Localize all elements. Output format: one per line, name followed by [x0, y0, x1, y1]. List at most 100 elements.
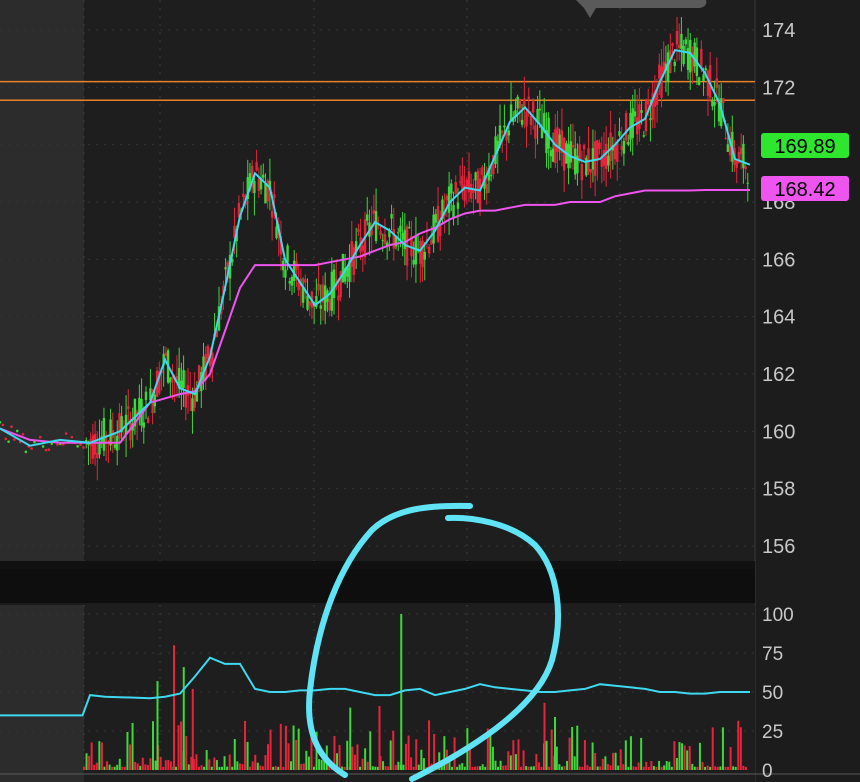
volume-bar [476, 766, 479, 770]
volume-bar [412, 766, 415, 770]
volume-bar [415, 739, 418, 770]
volume-bar [647, 766, 650, 770]
volume-bar [663, 765, 666, 770]
candle-body [591, 148, 595, 170]
candle-body [458, 181, 462, 183]
volume-bar [573, 756, 576, 770]
premarket-dot [70, 435, 74, 439]
volume-bar [502, 765, 505, 770]
volume-bar [716, 766, 719, 770]
candle-body [102, 417, 106, 451]
volume-bar [129, 744, 132, 770]
volume-bar [359, 766, 362, 770]
volume-bar [484, 766, 487, 770]
volume-bar [530, 766, 533, 770]
candle-body [284, 269, 287, 278]
candle-body [744, 166, 747, 170]
volume-bar [177, 725, 180, 770]
volume-bar [591, 742, 594, 770]
candle-body [423, 251, 426, 260]
volume-bar [402, 764, 405, 770]
volume-bar [387, 766, 390, 770]
volume-bar [259, 765, 262, 770]
volume-tick-label: 75 [762, 644, 783, 665]
volume-bar [233, 738, 236, 770]
vwap-badge: 168.42 [761, 176, 849, 201]
volume-bar [696, 766, 699, 770]
candle-body [582, 145, 586, 150]
volume-bar [417, 764, 420, 770]
candle-body [607, 155, 610, 166]
volume-bar [226, 766, 229, 770]
candle-body [372, 210, 376, 214]
volume-bar [410, 757, 413, 770]
volume-bar [113, 766, 116, 770]
volume-bar [548, 766, 551, 770]
volume-bar [313, 766, 316, 770]
volume-bar [392, 730, 395, 770]
volume-bar [729, 746, 732, 770]
premarket-dot [1, 423, 5, 427]
volume-bar [693, 766, 696, 770]
volume-bar [284, 725, 287, 770]
volume-bar [586, 765, 589, 770]
volume-bar [668, 761, 671, 770]
volume-bar [456, 766, 459, 770]
volume-bar [701, 761, 704, 770]
volume-bar [167, 759, 170, 770]
candle-body [631, 108, 634, 138]
volume-bar [246, 741, 249, 770]
volume-bar [297, 728, 300, 770]
volume-bar [305, 750, 308, 770]
vwap-value-text: 168.42 [774, 179, 835, 201]
volume-bar [185, 735, 188, 770]
candle-body [381, 239, 384, 241]
volume-bar [576, 725, 579, 770]
candle-body [450, 183, 453, 194]
candle-body [604, 143, 608, 169]
volume-bar [318, 759, 321, 770]
volume-bar [560, 766, 563, 770]
volume-bar [173, 645, 175, 770]
candle-body [399, 225, 402, 233]
candle-body [374, 211, 378, 242]
volume-bar [428, 720, 431, 770]
volume-tick-label: 50 [762, 683, 783, 704]
volume-bar [228, 754, 231, 770]
candle-body [689, 39, 692, 73]
volume-bar [617, 765, 620, 770]
candle-body [682, 45, 685, 65]
volume-bar [141, 757, 144, 770]
volume-bar [238, 763, 241, 770]
candle-body [596, 140, 599, 162]
candle-body [224, 266, 227, 270]
volume-bar [287, 743, 290, 770]
volume-bar [566, 760, 569, 770]
candle-body [319, 305, 322, 309]
trading-chart: 174172168166164162160158156 1007550250 1… [0, 0, 860, 782]
candle-body [454, 181, 457, 194]
candle-body [419, 240, 422, 264]
volume-bar [123, 766, 126, 770]
volume-bar [520, 766, 523, 770]
price-tick-label: 160 [762, 421, 795, 443]
volume-bar [169, 761, 172, 770]
candle-body [640, 110, 643, 113]
volume-bar [203, 766, 206, 770]
volume-bar [658, 760, 661, 770]
candle-body [306, 295, 309, 310]
volume-bar [116, 764, 119, 770]
volume-bar [85, 753, 88, 770]
volume-bar [554, 716, 556, 770]
price-tick-label: 174 [762, 20, 795, 42]
volume-bar [353, 754, 356, 770]
premarket-dot [4, 437, 8, 441]
volume-bar [474, 766, 477, 770]
volume-bar [461, 763, 464, 770]
volume-bar [622, 764, 625, 770]
candle-body [520, 119, 524, 125]
candle-body [627, 141, 630, 145]
candle-body [485, 183, 488, 194]
premarket-dot [64, 432, 68, 435]
volume-bar [532, 766, 535, 770]
